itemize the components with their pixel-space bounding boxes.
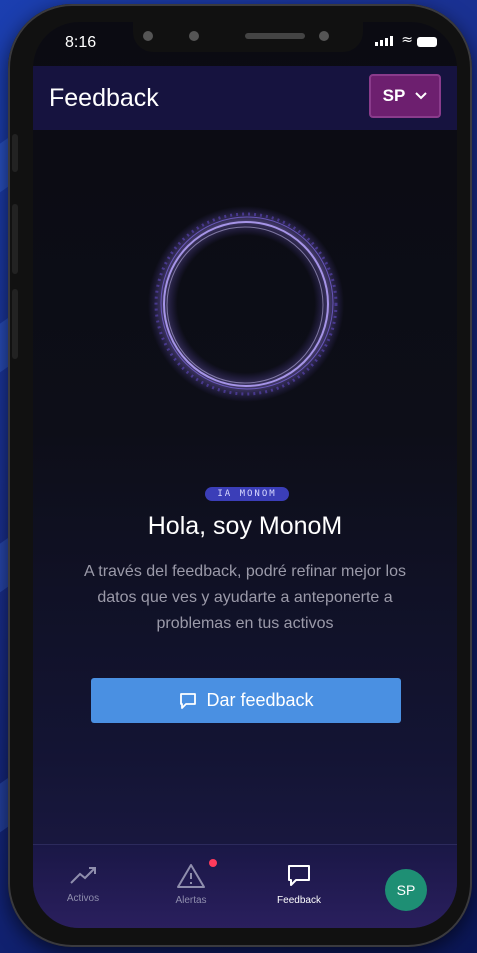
- camera-icon: [319, 31, 329, 41]
- chat-icon: [180, 692, 197, 709]
- battery-icon: [417, 37, 437, 47]
- tab-alertas[interactable]: Alertas: [151, 859, 231, 906]
- chevron-down-icon: [415, 92, 428, 100]
- app-screen: 8:16 ≈ Feedback SP IA MONOM Hola, soy Mo…: [33, 22, 457, 928]
- give-feedback-label: Dar feedback: [206, 690, 314, 710]
- speaker: [245, 33, 305, 39]
- notch: [133, 22, 363, 52]
- chat-icon: [288, 865, 310, 886]
- ai-badge: IA MONOM: [205, 487, 289, 501]
- notification-dot: [209, 859, 217, 867]
- side-button: [12, 204, 18, 274]
- greeting-description: A través del feedback, podré refinar mej…: [84, 563, 406, 632]
- tab-activos[interactable]: Activos: [43, 863, 123, 904]
- camera-icon: [189, 31, 199, 41]
- tab-feedback[interactable]: Feedback: [259, 863, 339, 906]
- user-initials: SP: [382, 86, 406, 105]
- avatar[interactable]: SP: [385, 869, 427, 911]
- tab-label: Feedback: [277, 895, 321, 906]
- page-title: Feedback: [49, 84, 159, 112]
- status-time: 8:16: [65, 34, 97, 51]
- ai-ring-graphic: [148, 206, 344, 402]
- camera-icon: [143, 31, 153, 41]
- warning-icon: [177, 864, 205, 888]
- greeting-heading: Hola, soy MonoM: [147, 512, 343, 540]
- tab-label: Activos: [66, 893, 100, 904]
- side-button: [12, 289, 18, 359]
- header: Feedback SP: [33, 66, 457, 130]
- trend-icon: [70, 867, 96, 884]
- side-button: [12, 134, 18, 172]
- tab-bar: Activos Alertas Feedback SP: [33, 844, 457, 928]
- give-feedback-button[interactable]: Dar feedback: [91, 678, 401, 723]
- user-menu-button[interactable]: SP: [369, 74, 441, 118]
- wifi-icon: ≈: [401, 32, 413, 48]
- status-bar: 8:16 ≈: [33, 22, 457, 66]
- signal-icon: [375, 36, 393, 46]
- tab-label: Alertas: [175, 895, 207, 906]
